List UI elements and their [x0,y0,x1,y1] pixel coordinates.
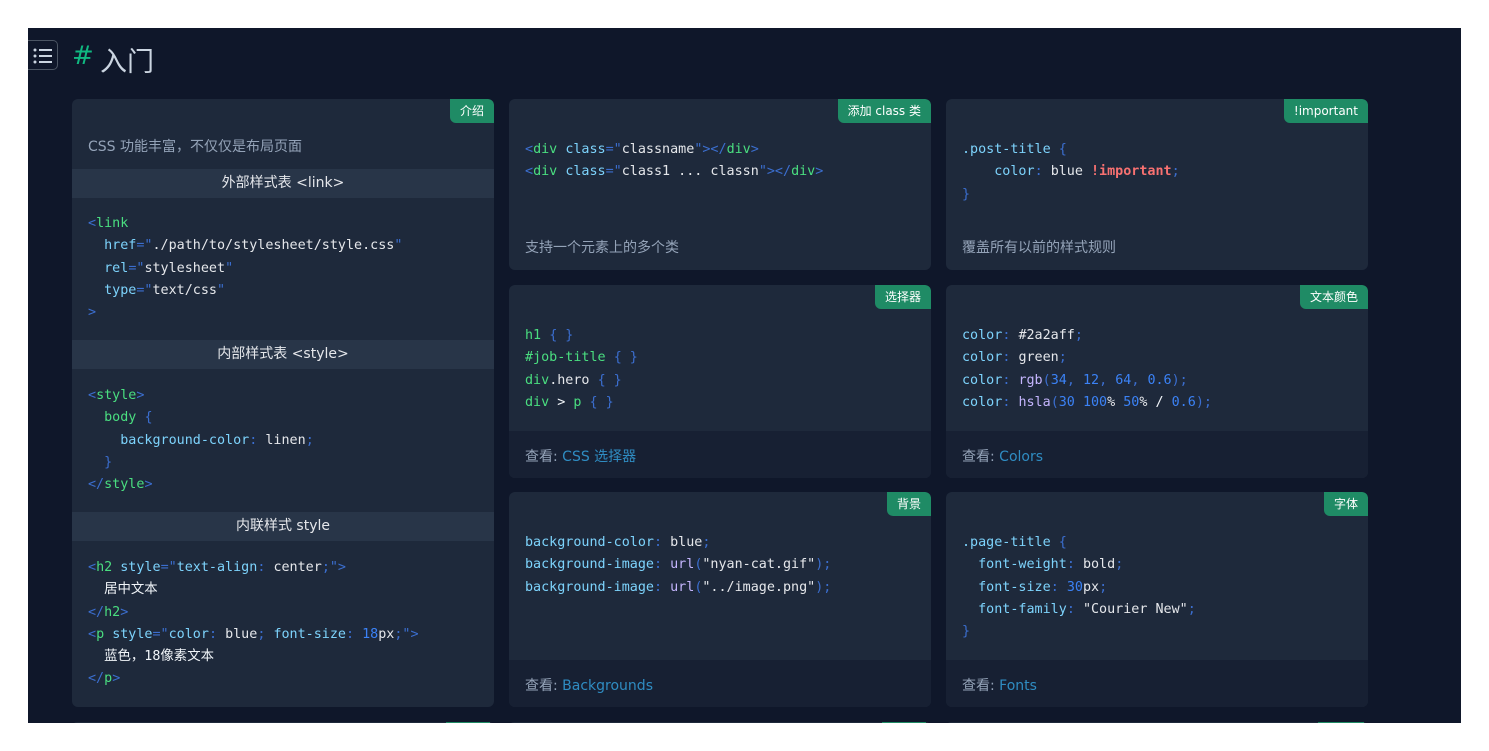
card-next-row-1 [72,722,494,723]
tag-peek [1318,722,1364,723]
card-tag: 字体 [1323,492,1368,516]
card-background: 背景 background-color: blue; background-im… [509,492,931,707]
card-class: 添加 class 类 <div class="classname"></div>… [509,99,931,270]
card-tag: 介绍 [449,99,494,123]
code-block-fonts: .page-title { font-weight: bold; font-si… [962,535,1196,640]
card-tag: 文本颜色 [1299,285,1368,309]
card-footer: 查看: CSS 选择器 [525,446,636,466]
footer-prefix: 查看: [525,449,558,465]
code-block-class: <div class="classname"></div> <div class… [525,142,824,180]
list-menu-icon [33,48,52,64]
anchor-hash[interactable]: # [72,41,94,71]
code-block-background: background-color: blue; background-image… [525,535,832,595]
link-fonts[interactable]: Fonts [999,678,1037,694]
card-selectors: 选择器 h1 { } #job-title { } div.hero { } d… [509,285,931,478]
section-internal: 内部样式表 <style> [72,340,494,369]
card-important: !important .post-title { color: blue !im… [946,99,1368,270]
code-block-internal: <style> body { background-color: linen; … [88,388,314,493]
card-tag: !important [1283,99,1368,123]
footer-prefix: 查看: [962,449,995,465]
card-tag: 选择器 [874,285,931,309]
intro-text: CSS 功能丰富，不仅仅是布局页面 [88,139,302,155]
card-tag: 背景 [886,492,931,516]
code-block-inline: <h2 style="text-align: center;"> 居中文本 </… [88,560,419,687]
code-block-important: .post-title { color: blue !important; } [962,142,1180,202]
menu-button[interactable] [28,40,58,70]
card-footer: 覆盖所有以前的样式规则 [962,240,1116,256]
page-title: 入门 [100,47,154,78]
card-tag: 添加 class 类 [837,99,931,123]
section-inline: 内联样式 style [72,512,494,541]
link-css-selectors[interactable]: CSS 选择器 [562,449,636,465]
cheatsheet-frame: # 入门 介绍 CSS 功能丰富，不仅仅是布局页面 外部样式表 <link> <… [28,28,1461,723]
code-block-selectors: h1 { } #job-title { } div.hero { } div >… [525,328,638,410]
card-footer: 支持一个元素上的多个类 [525,240,679,256]
card-next-row-3 [946,722,1368,723]
tag-peek [446,722,490,723]
card-footer: 查看: Fonts [962,675,1037,695]
card-footer: 查看: Backgrounds [525,675,653,695]
footer-prefix: 查看: [962,678,995,694]
card-next-row-2 [509,722,931,723]
link-backgrounds[interactable]: Backgrounds [562,678,653,694]
section-header: # 入门 [28,28,1461,88]
card-footer: 查看: Colors [962,446,1043,466]
link-colors[interactable]: Colors [999,449,1043,465]
code-block-colors: color: #2a2aff; color: green; color: rgb… [962,328,1212,410]
code-block-external: <link href="./path/to/stylesheet/style.c… [88,216,403,321]
card-colors: 文本颜色 color: #2a2aff; color: green; color… [946,285,1368,478]
card-fonts: 字体 .page-title { font-weight: bold; font… [946,492,1368,707]
card-intro: 介绍 CSS 功能丰富，不仅仅是布局页面 外部样式表 <link> <link … [72,99,494,707]
footer-prefix: 查看: [525,678,558,694]
tag-peek [882,722,926,723]
section-external: 外部样式表 <link> [72,169,494,198]
